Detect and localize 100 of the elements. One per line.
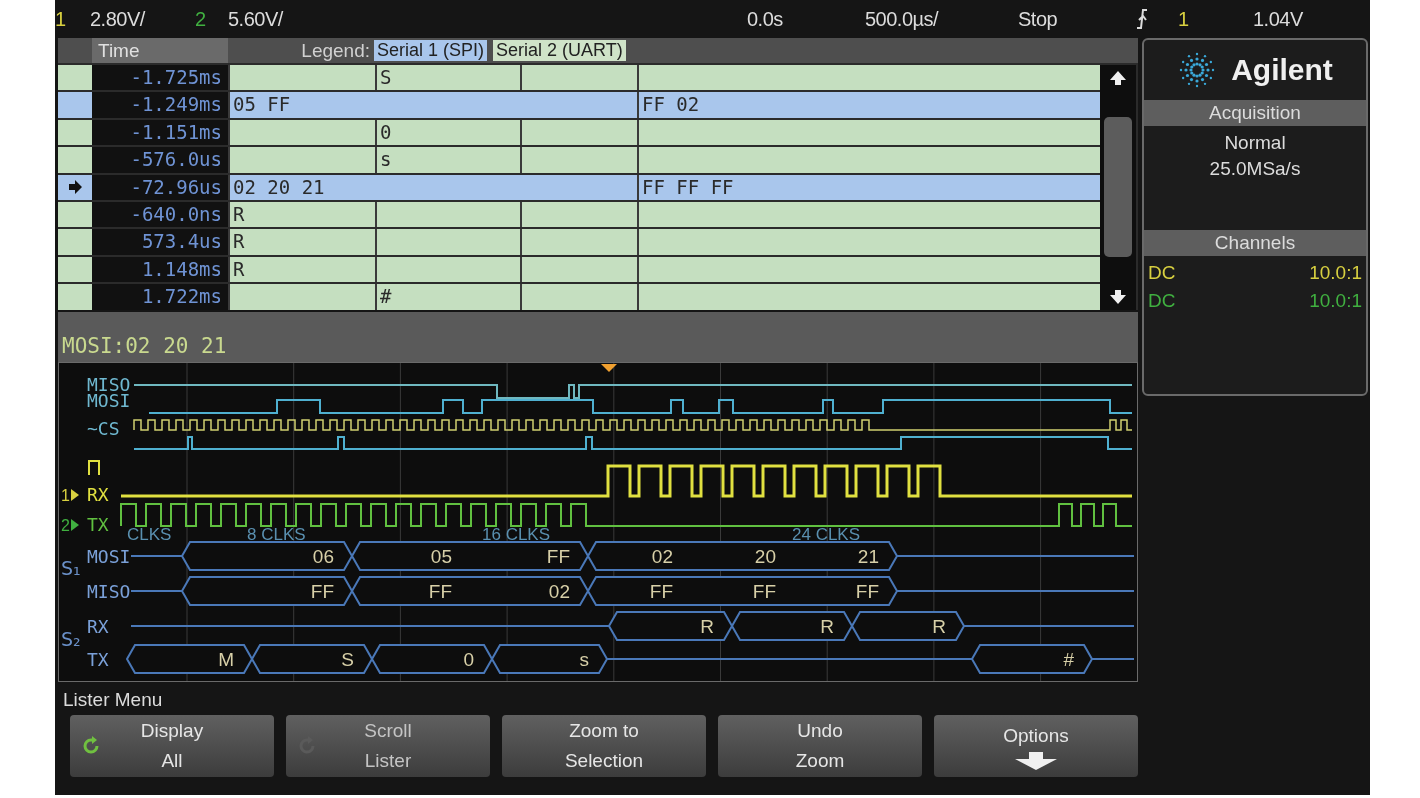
channel-marker: 2: [61, 516, 70, 534]
bus-label: MOSI: [87, 545, 131, 567]
softkey[interactable]: Zoom to Selection: [502, 715, 706, 777]
table-cell: 02 20 21: [228, 174, 637, 200]
decoded-value: 05: [430, 545, 452, 567]
trigger-edge-icon: [1135, 8, 1149, 30]
status-value: 2.80V/: [90, 7, 145, 31]
column-header: Time: [92, 38, 228, 63]
section-header: Acquisition: [1144, 100, 1366, 126]
legend-label: Legend:: [300, 39, 371, 62]
time-cell: -640.0ns: [92, 201, 228, 228]
decoded-value: 02: [548, 580, 570, 602]
status-value: 5.60V/: [228, 7, 283, 31]
lister-row[interactable]: -576.0us s: [58, 147, 1100, 173]
bus-group-label: S₁: [61, 556, 81, 579]
decoded-value: FF: [855, 580, 879, 602]
coupling-value: DC: [1148, 262, 1176, 284]
acquisition-value: 25.0MSa/s: [1209, 158, 1301, 180]
clock-count-note: 8 CLKS: [247, 524, 306, 544]
decoded-value: S: [341, 648, 354, 670]
coupling-value: DC: [1148, 290, 1176, 312]
decoded-value: FF: [649, 580, 673, 602]
decoded-value: R: [700, 615, 714, 637]
softkey[interactable]: Display All: [70, 715, 274, 777]
menu-title: Lister Menu: [62, 688, 164, 712]
lister-row[interactable]: 573.4us R: [58, 229, 1100, 255]
channel-number: 2: [195, 7, 206, 31]
decoded-value: R: [820, 615, 834, 637]
channel-number: 1: [55, 7, 66, 31]
time-cell: -1.725ms: [92, 65, 228, 91]
table-cell: #: [375, 284, 520, 310]
status-value: 500.0µs/: [865, 7, 939, 31]
time-cell: 1.722ms: [92, 284, 228, 310]
decoded-value: R: [932, 615, 946, 637]
time-cell: -72.96us: [92, 174, 228, 200]
table-cell: R: [228, 229, 375, 255]
down-arrow-icon: [1013, 751, 1059, 771]
clock-count-note: 24 CLKS: [792, 524, 861, 544]
status-value: 1.04V: [1253, 7, 1303, 31]
decoded-value: 06: [312, 545, 334, 567]
softkey[interactable]: Undo Zoom: [718, 715, 922, 777]
scroll-down-icon[interactable]: [1109, 287, 1127, 306]
decoded-value: 0: [463, 648, 474, 670]
trace-label: ~CS: [87, 417, 120, 439]
bus-group-label: S₂: [61, 627, 81, 650]
time-cell: -1.249ms: [92, 92, 228, 118]
bus-label: MISO: [87, 580, 131, 602]
decoded-value: 20: [754, 545, 776, 567]
trace-label: TX: [87, 513, 109, 535]
trace-label: MISO: [87, 373, 131, 395]
scroll-up-icon[interactable]: [1109, 69, 1127, 87]
brand-name: Agilent: [1231, 53, 1333, 87]
softkey[interactable]: Options: [934, 715, 1138, 777]
table-cell: S: [375, 65, 520, 91]
clock-count-note: 16 CLKS: [482, 524, 551, 544]
decoded-value: 02: [651, 545, 673, 567]
table-cell: 0: [375, 119, 520, 146]
decoded-value: #: [1063, 648, 1074, 670]
channel-number: 1: [1178, 7, 1189, 31]
probe-ratio: 10.0:1: [1309, 262, 1362, 284]
status-value: 0.0s: [747, 7, 783, 31]
edge-trigger-icon: [88, 459, 100, 476]
clock-count-note: CLKS: [127, 524, 172, 544]
lister-row[interactable]: -1.249ms 05 FF FF 02: [58, 92, 1100, 118]
lister-row[interactable]: -1.151ms 0: [58, 119, 1100, 146]
decoded-value: FF: [428, 580, 452, 602]
decoded-value: M: [218, 648, 234, 670]
table-cell: R: [228, 256, 375, 283]
selection-summary: MOSI:02 20 21: [58, 311, 1138, 362]
time-cell: -576.0us: [92, 147, 228, 173]
channel-level-icon: [71, 488, 79, 501]
channel-marker: 1: [61, 486, 70, 504]
bus-label: TX: [87, 648, 109, 670]
decoded-value: FF: [546, 545, 570, 567]
lister-row[interactable]: -1.725ms S: [58, 65, 1100, 91]
decoded-value: FF: [310, 580, 334, 602]
table-cell: 05 FF: [228, 92, 637, 118]
bus-label: RX: [87, 615, 109, 637]
time-cell: 573.4us: [92, 229, 228, 255]
lister-row[interactable]: 1.722ms #: [58, 284, 1100, 310]
legend-tag: Serial 2 (UART): [493, 40, 626, 61]
section-header: Channels: [1144, 230, 1366, 256]
decoded-value: 21: [857, 545, 879, 567]
table-cell: R: [228, 201, 375, 228]
decoded-value: s: [579, 648, 589, 670]
acquisition-value: Normal: [1224, 132, 1286, 154]
probe-ratio: 10.0:1: [1309, 290, 1362, 312]
time-cell: 1.148ms: [92, 256, 228, 283]
status-value: Stop: [1018, 7, 1058, 31]
channel-level-icon: [71, 518, 79, 531]
lister-row[interactable]: -72.96us 02 20 21 FF FF FF: [58, 174, 1100, 200]
legend-tag: Serial 1 (SPI): [374, 40, 488, 61]
table-cell: s: [375, 147, 520, 173]
scroll-thumb[interactable]: [1104, 117, 1132, 258]
lister-row[interactable]: -640.0ns R: [58, 201, 1100, 228]
scrollbar[interactable]: [1100, 65, 1136, 310]
decoded-value: FF: [752, 580, 776, 602]
trace-label: RX: [87, 483, 109, 505]
time-cell: -1.151ms: [92, 119, 228, 146]
lister-row[interactable]: 1.148ms R: [58, 256, 1100, 283]
